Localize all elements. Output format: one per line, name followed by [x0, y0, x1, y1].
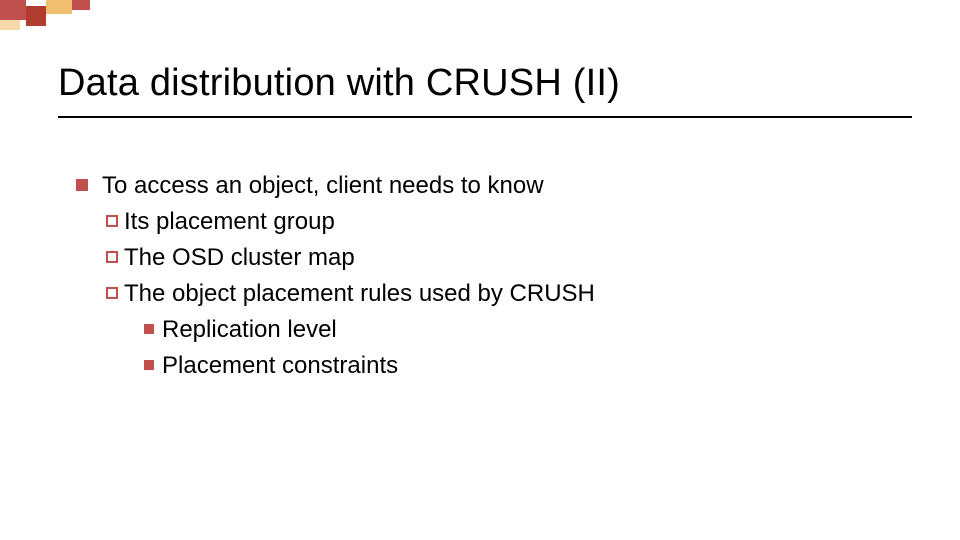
square-bullet-icon	[76, 179, 88, 191]
bullet-level1: To access an object, client needs to kno…	[76, 168, 595, 204]
square-outline-icon	[106, 287, 118, 299]
square-small-icon	[144, 360, 154, 370]
slide-title: Data distribution with CRUSH (II)	[58, 62, 620, 105]
bullet-level2: Its placement group	[106, 204, 595, 240]
bullet-text: The object placement rules used by CRUSH	[124, 276, 595, 312]
square-outline-icon	[106, 251, 118, 263]
square-small-icon	[144, 324, 154, 334]
bullet-text: Placement constraints	[162, 348, 398, 384]
corner-decoration	[0, 0, 160, 40]
title-underline	[58, 116, 912, 118]
bullet-level2: The object placement rules used by CRUSH	[106, 276, 595, 312]
bullet-level3: Replication level	[144, 312, 595, 348]
bullet-text: The OSD cluster map	[124, 240, 355, 276]
bullet-level2: The OSD cluster map	[106, 240, 595, 276]
bullet-level3: Placement constraints	[144, 348, 595, 384]
bullet-text: Replication level	[162, 312, 337, 348]
bullet-text: To access an object, client needs to kno…	[102, 168, 544, 204]
square-outline-icon	[106, 215, 118, 227]
bullet-text: Its placement group	[124, 204, 335, 240]
slide-body: To access an object, client needs to kno…	[76, 168, 595, 384]
